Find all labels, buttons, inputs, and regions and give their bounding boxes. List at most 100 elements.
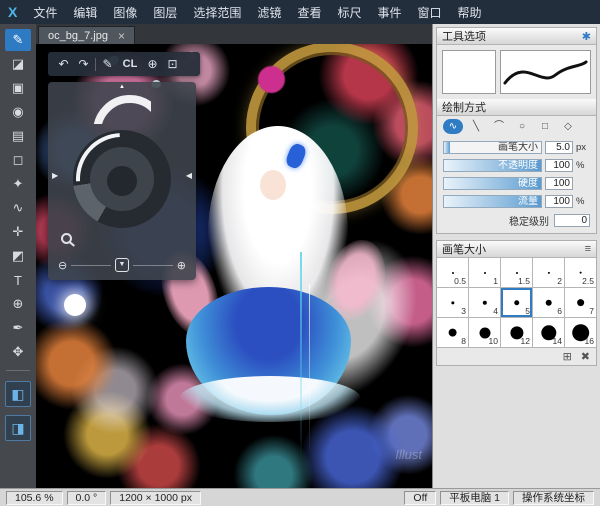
brush-size-label: 5 (525, 306, 530, 316)
brush-dot (547, 271, 550, 274)
nav-right-icon[interactable]: ◀ (186, 172, 192, 180)
coordinate-mode[interactable]: 操作系统坐标 (513, 490, 594, 505)
cl-button[interactable]: CL (119, 53, 141, 75)
brush-size-header[interactable]: 画笔大小 ≡ (437, 241, 596, 258)
brush-size-5[interactable]: 5 (501, 288, 532, 317)
menu-item-4[interactable]: 图层 (145, 1, 185, 24)
brush-size-3[interactable]: 3 (437, 288, 468, 317)
brush-size-1.5[interactable]: 1.5 (501, 258, 532, 287)
crosshair-icon[interactable]: ⊕ (144, 53, 161, 75)
artwork-streak (309, 284, 310, 454)
redo-icon[interactable]: ↷ (75, 53, 92, 75)
document-tab[interactable]: oc_bg_7.jpg × (38, 26, 135, 44)
menu-item-10[interactable]: 窗口 (409, 1, 449, 24)
brush-tool[interactable]: ✎ (5, 29, 31, 51)
brush-size-7[interactable]: 7 (565, 288, 596, 317)
menu-item-3[interactable]: 图像 (105, 1, 145, 24)
opacity-value[interactable]: 100 (545, 159, 573, 172)
hardness-row: 硬度 100 (443, 176, 590, 191)
add-size-icon[interactable]: ⊞ (563, 350, 572, 363)
menu-item-6[interactable]: 滤镜 (249, 1, 289, 24)
mode-polygon[interactable]: ◇ (558, 119, 578, 134)
panel-toggle-materials[interactable]: ◧ (5, 381, 31, 407)
mode-ellipse[interactable]: ○ (512, 119, 532, 134)
nav-left-icon[interactable]: ▶ (52, 172, 58, 180)
canvas-size[interactable]: 1200 × 1000 px (110, 490, 201, 505)
hardness-value[interactable]: 100 (545, 177, 573, 190)
hand-tool[interactable]: ✥ (5, 341, 31, 363)
flow-slider[interactable]: 流量 (443, 195, 542, 208)
brush-size-1[interactable]: 1 (469, 258, 500, 287)
text-tool[interactable]: T (5, 269, 31, 291)
brush-size-slider[interactable]: 画笔大小 (443, 141, 542, 154)
opacity-slider[interactable]: 不透明度 (443, 159, 542, 172)
zoom-out-icon[interactable]: ⊖ (58, 259, 67, 272)
rotation-dial[interactable] (93, 95, 151, 124)
zoom-slider-track[interactable] (71, 264, 111, 266)
zoom-slider-track[interactable] (133, 264, 173, 266)
tablet-device[interactable]: 平板电脑 1 (440, 490, 509, 505)
brush-size-16[interactable]: 16 (565, 318, 596, 347)
mode-freehand[interactable]: ∿ (443, 119, 463, 134)
eraser-tool[interactable]: ◪ (5, 53, 31, 75)
brush-size-8[interactable]: 8 (437, 318, 468, 347)
app-logo-icon[interactable]: X (8, 4, 17, 20)
magic-wand-tool[interactable]: ✦ (5, 173, 31, 195)
rotation-marker-icon: ▲ (119, 84, 125, 90)
menu-item-1[interactable]: 文件 (25, 1, 65, 24)
bucket-fill-tool[interactable]: ◉ (5, 101, 31, 123)
menu-item-2[interactable]: 编辑 (65, 1, 105, 24)
move-tool[interactable]: ✛ (5, 221, 31, 243)
brush-size-6[interactable]: 6 (533, 288, 564, 317)
menu-item-7[interactable]: 查看 (289, 1, 329, 24)
eyedropper-tool[interactable]: ✒ (5, 317, 31, 339)
tab-close-icon[interactable]: × (118, 30, 125, 42)
brush-size-2.5[interactable]: 2.5 (565, 258, 596, 287)
menu-item-5[interactable]: 选择范围 (185, 1, 249, 24)
operation-tool[interactable]: ◩ (5, 245, 31, 267)
color-wheel-center[interactable] (107, 166, 137, 196)
brush-quick-icon[interactable]: ▼ (115, 258, 129, 272)
brush-size-label: 2 (557, 276, 562, 286)
undo-icon[interactable]: ↶ (55, 53, 72, 75)
zoom-fit-icon[interactable] (61, 233, 72, 244)
hardness-slider[interactable]: 硬度 (443, 177, 542, 190)
lasso-select-tool[interactable]: ∿ (5, 197, 31, 219)
zoom-level[interactable]: 105.6 % (6, 490, 63, 505)
hardness-label: 硬度 (518, 178, 538, 189)
snap-tool[interactable]: ⊕ (5, 293, 31, 315)
panel-toggle-brushes[interactable]: ◨ (5, 415, 31, 441)
menu-item-8[interactable]: 标尺 (329, 1, 369, 24)
window-icon[interactable]: ⊡ (164, 53, 181, 75)
flow-value[interactable]: 100 (545, 195, 573, 208)
stabilizer-value[interactable]: 0 (554, 214, 590, 227)
brush-size-14[interactable]: 14 (533, 318, 564, 347)
tool-options-header[interactable]: 工具选项 ✱ (437, 28, 596, 45)
brush-size-0.5[interactable]: 0.5 (437, 258, 468, 287)
pen-icon[interactable]: ✎ (99, 53, 116, 75)
zoom-in-icon[interactable]: ⊕ (177, 259, 186, 272)
rotation-angle[interactable]: 0.0 ° (66, 490, 107, 505)
panel-menu-icon[interactable]: ≡ (585, 243, 591, 255)
gradient-tool[interactable]: ▤ (5, 125, 31, 147)
off-indicator[interactable]: Off (404, 490, 437, 505)
stamp-tool[interactable]: ▣ (5, 77, 31, 99)
brush-size-2[interactable]: 2 (533, 258, 564, 287)
mode-line[interactable]: ╲ (466, 119, 486, 134)
brush-size-4[interactable]: 4 (469, 288, 500, 317)
brush-size-12[interactable]: 12 (501, 318, 532, 347)
mode-rectangle[interactable]: □ (535, 119, 555, 134)
menu-item-9[interactable]: 事件 (369, 1, 409, 24)
brush-size-10[interactable]: 10 (469, 318, 500, 347)
toolbar-divider (6, 370, 30, 371)
delete-size-icon[interactable]: ✖ (581, 350, 590, 363)
menu-item-11[interactable]: 帮助 (450, 1, 490, 24)
menubar: X 文件 编辑 图像 图层 选择范围 滤镜 查看 标尺 事件 窗口 帮助 (0, 0, 600, 24)
brush-previews (437, 45, 596, 99)
mode-polyline[interactable]: ⌒ (489, 119, 509, 134)
brush-size-title: 画笔大小 (442, 244, 486, 256)
gear-icon[interactable]: ✱ (582, 30, 591, 43)
select-marquee-tool[interactable]: ◻ (5, 149, 31, 171)
brush-size-value[interactable]: 5.0 (545, 141, 573, 154)
brush-dot (451, 271, 454, 274)
